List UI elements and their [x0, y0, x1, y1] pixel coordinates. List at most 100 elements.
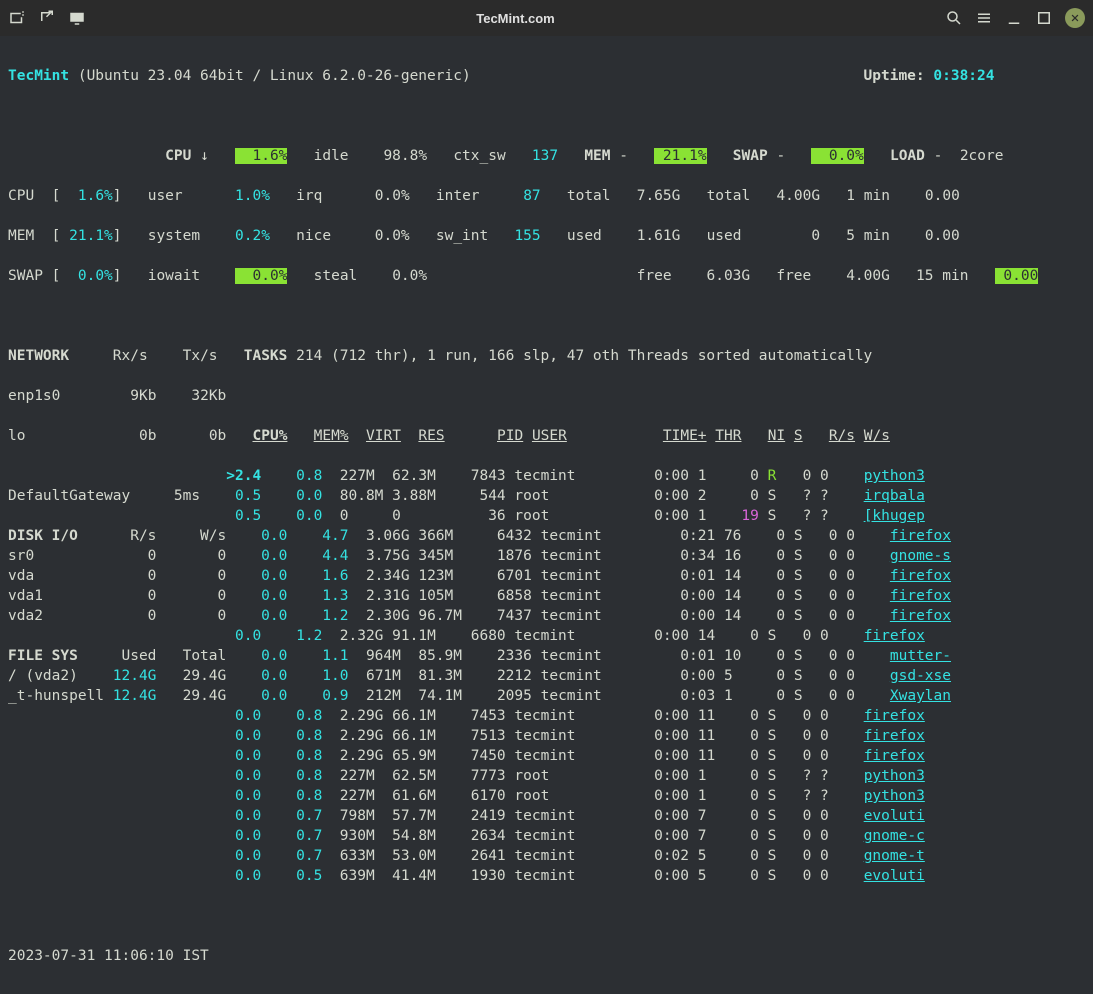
proc-rs: 0: [803, 748, 812, 764]
proc-cmd[interactable]: firefox: [890, 568, 951, 584]
proc-cmd[interactable]: gnome-s: [890, 548, 951, 564]
new-window-icon[interactable]: [38, 9, 56, 27]
load1-value: 0.00: [925, 188, 960, 204]
proc-user: tecmint: [514, 708, 584, 724]
iowait-value: 0.0%: [235, 268, 287, 284]
proc-pid: 6432: [488, 528, 532, 544]
proc-ni: 0: [741, 708, 758, 724]
proc-ni: 0: [741, 628, 758, 644]
col-user[interactable]: USER: [532, 428, 567, 444]
load5-value: 0.00: [925, 228, 960, 244]
proc-cmd[interactable]: firefox: [864, 628, 925, 644]
iface-tx: 32Kb: [191, 388, 226, 404]
cpu-bar-label: CPU [: [8, 188, 60, 204]
proc-thr: 11: [698, 728, 724, 744]
steal-value: 0.0%: [392, 268, 427, 284]
hostname: TecMint: [8, 68, 69, 84]
proc-cmd[interactable]: gsd-xse: [890, 668, 951, 684]
proc-cmd[interactable]: gnome-c: [864, 828, 925, 844]
proc-res: 61.6M: [392, 788, 436, 804]
proc-pid: 2212: [488, 668, 532, 684]
proc-cmd[interactable]: python3: [864, 768, 925, 784]
process-row: 0.0 0.5 639M 41.4M 1930 tecmint 0:00 5 0…: [8, 866, 1085, 886]
proc-rs: 0: [829, 528, 838, 544]
col-cpu[interactable]: CPU%: [253, 428, 288, 444]
system-label: system: [148, 228, 200, 244]
process-row: 0.0 0.8 2.29G 66.1M 7513 tecmint 0:00 11…: [8, 726, 1085, 746]
proc-cmd[interactable]: python3: [864, 788, 925, 804]
proc-ni: 19: [741, 508, 758, 524]
proc-user: tecmint: [514, 468, 584, 484]
proc-thr: 76: [724, 528, 750, 544]
proc-virt: 2.29G: [340, 748, 384, 764]
proc-s: S: [794, 568, 803, 584]
col-time[interactable]: TIME+: [663, 428, 707, 444]
proc-cpu: 0.5: [226, 488, 261, 504]
maximize-icon[interactable]: [1035, 9, 1053, 27]
proc-cpu: >2.4: [226, 468, 261, 484]
proc-cmd[interactable]: mutter-: [890, 648, 951, 664]
proc-cmd[interactable]: firefox: [864, 728, 925, 744]
proc-pid: 6170: [462, 788, 506, 804]
proc-user: tecmint: [541, 568, 611, 584]
proc-ws: 0: [846, 528, 855, 544]
mem-free-label: free: [637, 268, 672, 284]
proc-s: S: [768, 708, 777, 724]
proc-cmd[interactable]: firefox: [890, 608, 951, 624]
proc-user: tecmint: [541, 588, 611, 604]
proc-virt: 633M: [340, 848, 384, 864]
proc-cmd[interactable]: gnome-t: [864, 848, 925, 864]
close-icon[interactable]: [1065, 8, 1085, 28]
proc-mem: 0.8: [287, 768, 322, 784]
process-row: 0.0 0.7 633M 53.0M 2641 tecmint 0:02 5 0…: [8, 846, 1085, 866]
col-ni[interactable]: NI: [768, 428, 785, 444]
swint-label: sw_int: [436, 228, 488, 244]
proc-virt: 2.29G: [340, 708, 384, 724]
proc-rs: 0: [803, 868, 812, 884]
proc-cmd[interactable]: firefox: [864, 748, 925, 764]
ctx-label: ctx_sw: [453, 148, 505, 164]
proc-cmd[interactable]: irqbala: [864, 488, 925, 504]
search-icon[interactable]: [945, 9, 963, 27]
proc-cpu: 0.0: [252, 688, 287, 704]
proc-cmd[interactable]: firefox: [864, 708, 925, 724]
minimize-icon[interactable]: [1005, 9, 1023, 27]
proc-time: 0:00: [645, 748, 689, 764]
mem-bar-value: 21.1%: [69, 228, 113, 244]
screen-icon[interactable]: [68, 9, 86, 27]
process-row: vda2 0 0 0.0 1.2 2.30G 96.7M 7437 tecmin…: [8, 606, 1085, 626]
col-mem[interactable]: MEM%: [314, 428, 349, 444]
proc-cmd[interactable]: evoluti: [864, 868, 925, 884]
col-res[interactable]: RES: [418, 428, 444, 444]
sort-arrow-icon: ↓: [200, 148, 209, 164]
proc-pid: 2641: [462, 848, 506, 864]
proc-res: 85.9M: [418, 648, 462, 664]
col-s[interactable]: S: [794, 428, 803, 444]
mem-pct: 21.1%: [654, 148, 706, 164]
proc-pid: 7437: [488, 608, 532, 624]
cpu-total: 1.6%: [235, 148, 287, 164]
col-pid[interactable]: PID: [497, 428, 523, 444]
proc-s: S: [768, 768, 777, 784]
col-thr[interactable]: THR: [715, 428, 741, 444]
system-value: 0.2%: [235, 228, 270, 244]
col-ws[interactable]: W/s: [864, 428, 890, 444]
proc-user: root: [514, 788, 584, 804]
proc-rs: 0: [829, 548, 838, 564]
cpu-bar-value: 1.6%: [78, 188, 113, 204]
proc-cmd[interactable]: [khugep: [864, 508, 925, 524]
proc-cpu: 0.5: [226, 508, 261, 524]
proc-cpu: 0.0: [226, 628, 261, 644]
proc-cmd[interactable]: firefox: [890, 528, 951, 544]
proc-time: 0:00: [645, 468, 689, 484]
col-rs[interactable]: R/s: [829, 428, 855, 444]
proc-cpu: 0.0: [252, 668, 287, 684]
proc-cmd[interactable]: firefox: [890, 588, 951, 604]
menu-icon[interactable]: [975, 9, 993, 27]
proc-cmd[interactable]: Xwaylan: [890, 688, 951, 704]
new-tab-icon[interactable]: [8, 9, 26, 27]
proc-cmd[interactable]: evoluti: [864, 808, 925, 824]
proc-cmd[interactable]: python3: [864, 468, 925, 484]
col-virt[interactable]: VIRT: [366, 428, 401, 444]
swap-used: 0: [811, 228, 820, 244]
